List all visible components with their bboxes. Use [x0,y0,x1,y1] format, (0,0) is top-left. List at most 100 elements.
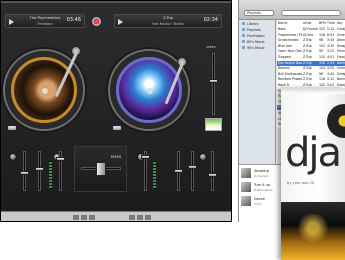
djay-logo: dja [285,130,342,176]
sidebar-item-80s[interactable]: 80's Music [242,40,265,44]
source-select[interactable]: Playlists [244,10,274,16]
column-header-key[interactable]: Key [337,20,343,26]
library-toolbar: Playlists [239,0,345,20]
track-artist: Dj Sample [254,174,269,178]
forward-icon[interactable] [89,215,95,220]
column-header-name[interactable]: Name [278,20,287,26]
table-cell-time: 5:12 [327,27,335,31]
pitch-slider-track[interactable] [212,53,215,115]
dj-window: The Psychedelics Freedom 03:46 Z-Trip Ho… [0,0,232,222]
table-cell-artist: Z-Trip [303,43,312,48]
level-meter [49,161,52,189]
box-top-edge [281,88,345,94]
table-cell-artist: Z-Trip [303,55,312,59]
left-deck-header: The Psychedelics Freedom 03:46 [5,14,85,28]
column-header-artist[interactable]: Artist [303,20,312,26]
play-icon[interactable] [137,215,143,220]
table-cell-time: 2:34 [327,60,335,65]
eq-slider-knob[interactable] [174,169,183,173]
box-crowd-image [281,202,345,260]
table-cell-name: Scratchmatic [278,38,300,43]
table-cell-time: 3:22 [327,49,335,54]
table-cell-name: Random Problems [278,77,302,82]
track-artist: Z-Trip [254,202,262,206]
table-cell-key: Gmaj [337,71,345,76]
table-cell-key: Amin [337,60,345,65]
left-reverse-label: REV [9,126,16,130]
table-row[interactable]: Bull Earthquake Z-Trip 96 4:44 Gmaj [277,72,345,77]
table-cell-bpm: 102 [319,43,326,48]
table-cell-bpm: 98 [319,38,324,43]
table-cell-artist: Z-Trip [303,71,312,76]
table-cell-artist: Z-Trip [303,38,312,43]
table-row[interactable]: Random ProblemsZ-Trip 1183:12Bmin [277,77,345,82]
track-name: Smoking [254,169,269,173]
eq-slider-knob[interactable] [20,171,29,175]
forward-icon[interactable] [145,215,151,220]
sidebar-item-90s[interactable]: 90's Music [242,46,265,50]
table-row[interactable]: Blue Jam Z-Trip 102 4:10 Dmaj [277,44,345,49]
play-icon[interactable] [81,215,87,220]
table-cell-name: Open Your Own Thing [278,49,302,54]
table-cell-bpm: 110 [319,55,326,59]
track-artist: Bubble Beats [254,188,273,192]
table-cell-time: 3:12 [327,77,335,82]
library-sidebar: Library Playlists Purchased 80's Music 9… [239,20,276,164]
product-box: dja by your own DJ [281,88,345,260]
table-cell-artist: DJ Foreskin [303,27,318,31]
table-cell-name: Blue Jam [278,43,293,48]
eq-slider-knob[interactable] [188,165,197,169]
table-cell-time: 3:55 [327,66,335,71]
table-cell-artist: Z-Trip [303,77,312,82]
table-cell-artist: Z-Trip [303,60,312,65]
right-reverse-label: REV [114,126,121,130]
column-header-bpm[interactable]: BPM [319,20,326,26]
table-row[interactable]: Open Your Own ThingZ-Trip 953:22Emin [277,49,345,54]
table-cell-name: Bass [278,27,286,31]
rewind-icon[interactable] [73,215,79,220]
table-cell-bpm: 128 [319,32,326,37]
table-cell-name: Progressive (Tilted) [278,32,302,37]
album-art [241,182,251,192]
table-cell-key: Bmin [337,77,345,82]
table-cell-bpm: 125 [319,27,326,31]
pitch-slider-knob[interactable] [209,79,218,83]
sidebar-item-playlists[interactable]: Playlists [242,28,261,32]
search-input[interactable] [281,10,341,16]
transport-bar [1,211,231,221]
table-cell-time: 6:03 [327,32,335,37]
sidebar-item-library[interactable]: Library [242,22,259,26]
table-row[interactable]: Bass DJ Foreskin1255:12Cmaj [277,27,345,32]
album-art [241,168,251,178]
table-cell-artist: DJ Kilo [303,32,314,37]
eq-slider-track[interactable] [191,151,194,191]
eq-slider-knob[interactable] [35,167,44,171]
table-cell-key: Emin [337,49,345,54]
table-cell-key: Fmaj [337,55,345,59]
right-time: 02:34 [203,17,218,23]
spindle [42,88,48,94]
table-cell-name: Trapped [278,55,291,59]
table-row[interactable]: Hot Rockin BeatsZ-Trip 1002:34Amin [277,60,345,66]
rewind-icon[interactable] [129,215,135,220]
record-button[interactable] [92,17,101,26]
crossfader-knob[interactable] [96,162,106,176]
left-time: 03:46 [66,17,81,23]
box-tagline: by your own DJ [287,181,315,185]
sidebar-item-purchased[interactable]: Purchased [242,34,265,38]
mixer-label: MIXER [110,155,122,159]
table-cell-bpm: 118 [319,77,326,82]
table-row[interactable]: Trapped Z-Trip 110 4:01 Fmaj [277,55,345,60]
table-cell-key: Gmin [337,32,345,37]
table-row[interactable]: Scratchmatic Z-Trip 98 3:45 Amin [277,38,345,43]
track-name: Dance [254,197,265,201]
eq-slider-knob[interactable] [208,173,217,177]
volume-slider-knob[interactable] [141,155,150,159]
table-cell-time: 4:44 [327,71,335,76]
table-cell-name: Bull Earthquake [278,71,302,76]
column-header-time[interactable]: Time [327,20,335,26]
table-row[interactable]: Rewind Z-Trip 104 3:55 Cmin [277,66,345,71]
table-cell-bpm: 100 [319,60,326,65]
table-row[interactable]: Progressive (Tilted)DJ Kilo 1286:03Gmin [277,33,345,38]
eq-slider-track[interactable] [211,151,214,191]
